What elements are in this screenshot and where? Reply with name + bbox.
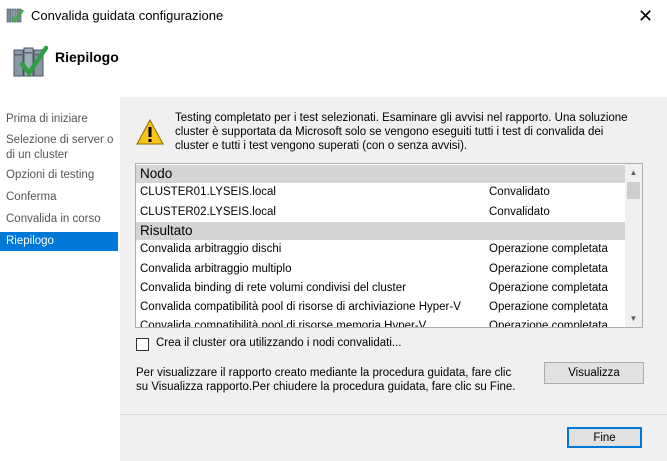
result-status: Operazione completata: [489, 282, 608, 294]
window-title: Convalida guidata configurazione: [31, 8, 224, 23]
list-item[interactable]: CLUSTER01.LYSEIS.local Convalidato: [136, 183, 626, 202]
node-status: Convalidato: [489, 206, 550, 218]
nav-item-opzioni-testing[interactable]: Opzioni di testing: [0, 168, 118, 183]
result-status: Operazione completata: [489, 243, 608, 255]
list-item[interactable]: Convalida compatibilità pool di risorse …: [136, 317, 626, 328]
cluster-wizard-icon: [6, 8, 24, 24]
report-info-text: Per visualizzare il rapporto creato medi…: [136, 367, 516, 393]
scroll-up-arrow-icon[interactable]: ▲: [625, 164, 642, 181]
scroll-down-arrow-icon[interactable]: ▼: [625, 310, 642, 327]
result-status: Operazione completata: [489, 320, 608, 328]
warning-icon: [136, 118, 164, 145]
group-header-risultato: Risultato: [136, 222, 626, 240]
nav-item-convalida-in-corso[interactable]: Convalida in corso: [0, 212, 118, 227]
nav-item-prima-di-iniziare[interactable]: Prima di iniziare: [0, 112, 118, 127]
cluster-validation-icon: [13, 45, 48, 77]
result-status: Operazione completata: [489, 263, 608, 275]
close-button[interactable]: ✕: [624, 0, 667, 32]
nav-item-conferma[interactable]: Conferma: [0, 190, 118, 205]
finish-button[interactable]: Fine: [567, 427, 642, 448]
list-item[interactable]: CLUSTER02.LYSEIS.local Convalidato: [136, 203, 626, 222]
node-name: CLUSTER02.LYSEIS.local: [140, 206, 276, 218]
wizard-header: Riepilogo: [0, 32, 667, 91]
results-list[interactable]: Nodo CLUSTER01.LYSEIS.local Convalidato …: [135, 163, 643, 328]
vertical-scrollbar[interactable]: ▲ ▼: [625, 164, 642, 327]
create-cluster-label[interactable]: Crea il cluster ora utilizzando i nodi c…: [156, 337, 401, 349]
scroll-thumb[interactable]: [627, 182, 640, 199]
list-item[interactable]: Convalida arbitraggio dischi Operazione …: [136, 240, 626, 259]
page-title: Riepilogo: [55, 49, 119, 65]
group-header-nodo: Nodo: [136, 165, 626, 183]
footer-separator: [120, 414, 667, 415]
nav-item-selezione-server[interactable]: Selezione di server o di un cluster: [0, 133, 118, 163]
node-status: Convalidato: [489, 186, 550, 198]
nav-item-riepilogo[interactable]: Riepilogo: [0, 232, 118, 251]
result-name: Convalida binding di rete volumi condivi…: [140, 282, 406, 294]
node-name: CLUSTER01.LYSEIS.local: [140, 186, 276, 198]
result-name: Convalida arbitraggio dischi: [140, 243, 282, 255]
result-name: Convalida compatibilità pool di risorse …: [140, 301, 461, 313]
title-bar: Convalida guidata configurazione ✕: [0, 0, 667, 32]
validation-info-text: Testing completato per i test selezionat…: [175, 112, 628, 152]
list-item[interactable]: Convalida binding di rete volumi condivi…: [136, 279, 626, 298]
result-name: Convalida arbitraggio multiplo: [140, 263, 292, 275]
wizard-steps-nav: Prima di iniziare Selezione di server o …: [0, 91, 120, 461]
view-report-button[interactable]: Visualizza: [544, 362, 644, 384]
result-status: Operazione completata: [489, 301, 608, 313]
list-item[interactable]: Convalida compatibilità pool di risorse …: [136, 298, 626, 317]
result-name: Convalida compatibilità pool di risorse …: [140, 320, 427, 328]
close-icon: ✕: [637, 5, 654, 26]
create-cluster-checkbox[interactable]: [136, 338, 149, 351]
list-item[interactable]: Convalida arbitraggio multiplo Operazion…: [136, 260, 626, 279]
